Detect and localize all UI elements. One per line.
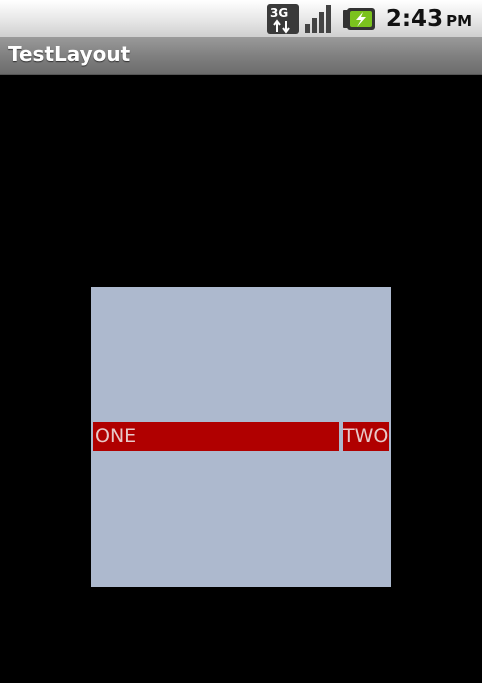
- clock: 2:43 PM: [386, 6, 472, 32]
- layout-container: ONE TWO: [91, 287, 391, 587]
- clock-ampm: PM: [446, 11, 472, 30]
- app-title: TestLayout: [8, 42, 131, 66]
- status-icons: 3G 2:43 PM: [266, 0, 472, 37]
- clock-time: 2:43: [385, 5, 444, 32]
- label-two: TWO: [343, 422, 389, 451]
- network-type-label: 3G: [270, 6, 288, 20]
- label-one: ONE: [93, 422, 339, 451]
- battery-charging-icon: [342, 7, 375, 30]
- 3g-data-icon: 3G: [266, 3, 299, 34]
- signal-strength-icon: [304, 4, 331, 33]
- status-bar: 3G 2:43 PM: [0, 0, 482, 37]
- title-bar: TestLayout: [0, 37, 482, 75]
- content-area: ONE TWO: [0, 75, 482, 683]
